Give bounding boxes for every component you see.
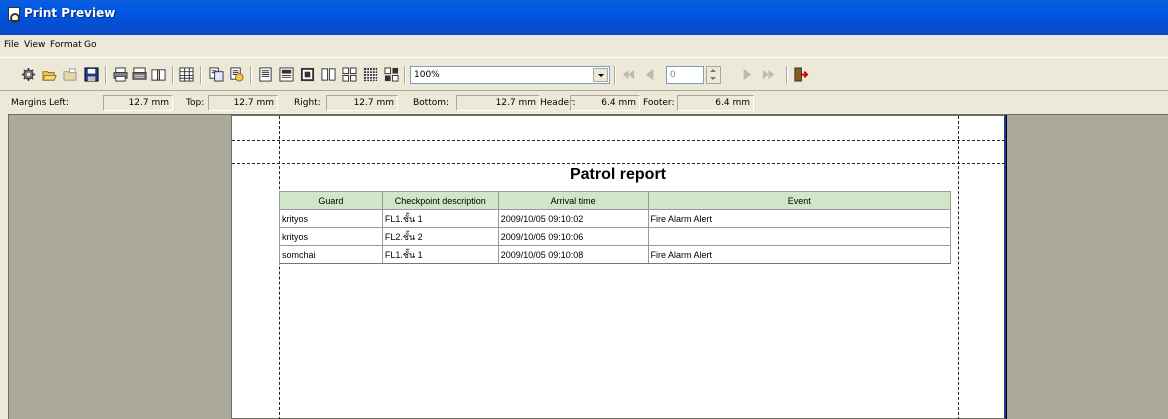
four-pages-icon[interactable] bbox=[299, 67, 316, 82]
chevron-down-icon[interactable] bbox=[593, 68, 608, 82]
save-icon[interactable] bbox=[83, 67, 100, 82]
top-margin-field[interactable]: 12.7 mm bbox=[208, 95, 278, 111]
guard-cell: krityos bbox=[279, 227, 383, 246]
book-icon[interactable] bbox=[150, 67, 167, 82]
column-header-guard: Guard bbox=[279, 191, 383, 210]
right-margin-field[interactable]: 12.7 mm bbox=[326, 95, 398, 111]
page-spinner[interactable] bbox=[706, 66, 721, 84]
exit-icon[interactable] bbox=[792, 67, 809, 82]
bottom-margin-label: Bottom: bbox=[413, 98, 450, 108]
zoom-value: 100% bbox=[414, 70, 440, 80]
column-header-checkpoint: Checkpoint description bbox=[381, 191, 499, 210]
toolbar-separator bbox=[614, 66, 616, 84]
report-table: Guard Checkpoint description Arrival tim… bbox=[279, 191, 952, 264]
table-row: krityos FL2.ชั้น 2 2009/10/05 09:10:06 bbox=[279, 227, 952, 246]
toolbar-separator bbox=[786, 66, 788, 84]
guard-cell: krityos bbox=[279, 209, 383, 228]
many-pages-2-icon[interactable] bbox=[383, 67, 400, 82]
first-page-icon[interactable] bbox=[620, 67, 637, 82]
page-number-input[interactable]: 0 bbox=[666, 66, 704, 84]
top-margin-guide[interactable] bbox=[232, 163, 1005, 164]
open-folder-icon[interactable] bbox=[62, 67, 79, 82]
column-header-event: Event bbox=[647, 191, 952, 210]
many-pages-icon[interactable] bbox=[362, 67, 379, 82]
footer-margin-label: Footer: bbox=[643, 98, 675, 108]
margins-bar: Margins Left: 12.7 mm Top: 12.7 mm Right… bbox=[0, 93, 1168, 113]
right-margin-guide[interactable] bbox=[958, 116, 959, 419]
arrival-time-cell: 2009/10/05 09:10:02 bbox=[497, 209, 649, 228]
event-cell bbox=[647, 227, 952, 246]
six-pages-icon[interactable] bbox=[320, 67, 337, 82]
print-preview-icon bbox=[8, 7, 20, 23]
toolbar-separator bbox=[404, 66, 406, 84]
printer-icon[interactable] bbox=[228, 67, 245, 82]
last-page-icon[interactable] bbox=[760, 67, 777, 82]
toolbar-separator bbox=[105, 66, 107, 84]
copy-icon[interactable] bbox=[208, 67, 225, 82]
preview-page bbox=[231, 115, 1006, 419]
menu-go[interactable]: Go bbox=[84, 40, 96, 50]
guard-cell: somchai bbox=[279, 245, 383, 264]
report-title: Patrol report bbox=[569, 166, 666, 183]
table-row: somchai FL1.ชั้น 1 2009/10/05 09:10:08 F… bbox=[279, 245, 952, 264]
checkpoint-cell: FL1.ชั้น 1 bbox=[381, 245, 499, 264]
left-margin-field[interactable]: 12.7 mm bbox=[103, 95, 173, 111]
two-pages-icon[interactable] bbox=[278, 67, 295, 82]
event-cell: Fire Alarm Alert bbox=[647, 245, 952, 264]
arrival-time-cell: 2009/10/05 09:10:06 bbox=[497, 227, 649, 246]
zoom-select[interactable]: 100% bbox=[410, 66, 610, 84]
top-margin-label: Top: bbox=[186, 98, 205, 108]
next-page-icon[interactable] bbox=[738, 67, 755, 82]
right-margin-label: Right: bbox=[294, 98, 321, 108]
left-margin-guide[interactable] bbox=[279, 116, 280, 419]
toolbar: 100% 0 bbox=[0, 57, 1168, 91]
print-setup-icon[interactable] bbox=[131, 67, 148, 82]
header-guide[interactable] bbox=[232, 140, 1005, 141]
toolbar-separator bbox=[200, 66, 202, 84]
settings-icon[interactable] bbox=[20, 67, 37, 82]
print-icon[interactable] bbox=[112, 67, 129, 82]
bottom-margin-field[interactable]: 12.7 mm bbox=[456, 95, 540, 111]
open-icon[interactable] bbox=[41, 67, 58, 82]
menu-view[interactable]: View bbox=[24, 40, 45, 50]
menu-file[interactable]: File bbox=[4, 40, 19, 50]
toolbar-separator bbox=[172, 66, 174, 84]
table-header-row: Guard Checkpoint description Arrival tim… bbox=[279, 191, 952, 210]
event-cell: Fire Alarm Alert bbox=[647, 209, 952, 228]
grid-icon[interactable] bbox=[178, 67, 195, 82]
arrival-time-cell: 2009/10/05 09:10:08 bbox=[497, 245, 649, 264]
checkpoint-cell: FL2.ชั้น 2 bbox=[381, 227, 499, 246]
footer-margin-field[interactable]: 6.4 mm bbox=[677, 95, 754, 111]
toolbar-separator bbox=[250, 66, 252, 84]
menu-bar: File View Format Go bbox=[0, 37, 1168, 55]
eight-pages-icon[interactable] bbox=[341, 67, 358, 82]
menu-format[interactable]: Format bbox=[50, 40, 82, 50]
column-header-arrival-time: Arrival time bbox=[497, 191, 649, 210]
checkpoint-cell: FL1.ชั้น 1 bbox=[381, 209, 499, 228]
one-page-icon[interactable] bbox=[257, 67, 274, 82]
header-margin-field[interactable]: 6.4 mm bbox=[570, 95, 640, 111]
table-row: krityos FL1.ชั้น 1 2009/10/05 09:10:02 F… bbox=[279, 209, 952, 228]
margins-label: Margins bbox=[11, 98, 47, 108]
title-bar: Print Preview bbox=[0, 0, 1168, 35]
window-title: Print Preview bbox=[24, 6, 116, 20]
left-margin-label: Left: bbox=[49, 98, 69, 108]
prev-page-icon[interactable] bbox=[642, 67, 659, 82]
